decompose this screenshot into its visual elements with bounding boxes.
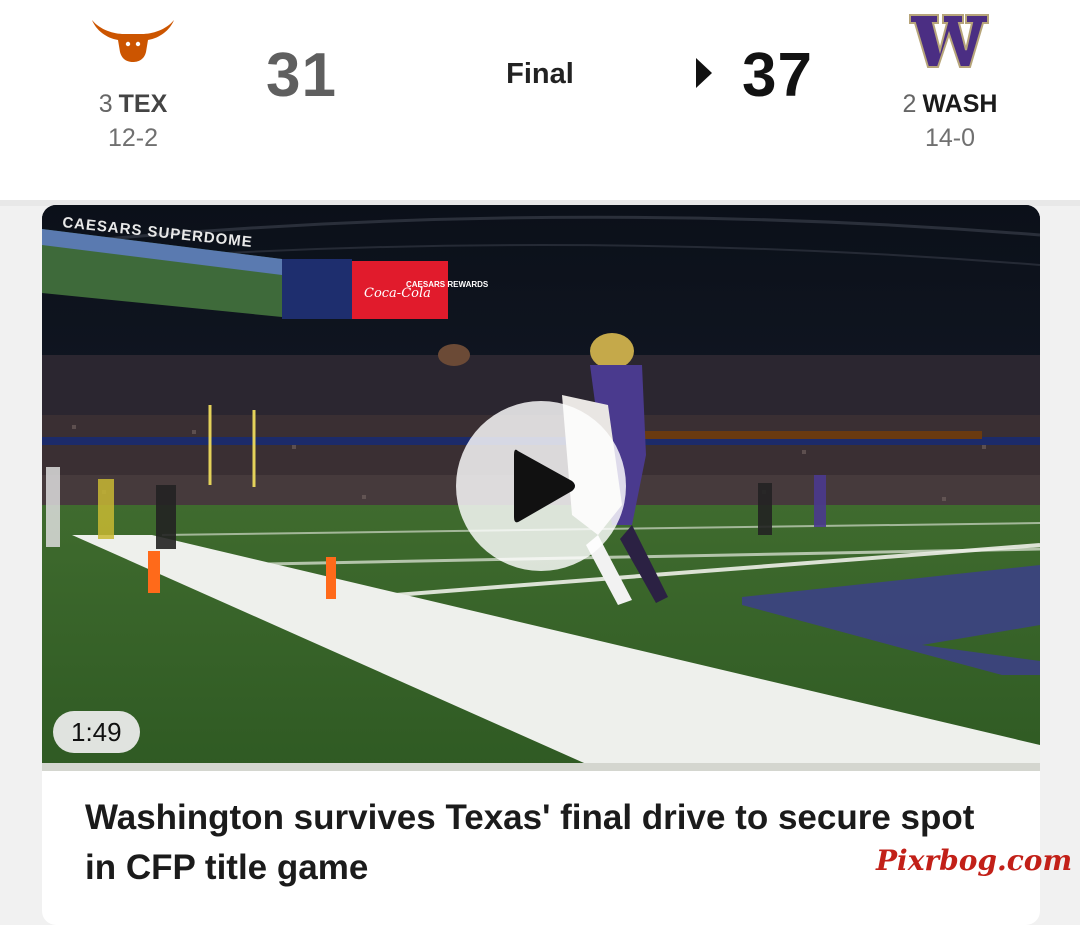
home-abbr: WASH (922, 90, 998, 118)
away-record: 12-2 (107, 124, 159, 152)
news-card[interactable]: Coca-Cola CAESARS REWARDS CAESARS SUPERD… (42, 205, 1040, 925)
w-logo-icon (908, 12, 990, 75)
longhorn-logo-icon (90, 16, 176, 69)
watermark-text: Pixrbog.com (876, 844, 1073, 877)
video-bottom-strip (42, 763, 1040, 771)
article-headline[interactable]: Washington survives Texas' final drive t… (85, 793, 985, 893)
video-duration-badge: 1:49 (53, 711, 140, 753)
home-team-line: 2 WASH (888, 90, 1012, 119)
away-abbr: TEX (118, 90, 168, 118)
board-ad-caesars: CAESARS REWARDS (406, 280, 489, 289)
video-thumbnail[interactable]: Coca-Cola CAESARS REWARDS CAESARS SUPERD… (42, 205, 1040, 771)
away-team-line: 3 TEX (70, 90, 196, 119)
home-rank: 2 (902, 90, 917, 118)
home-score: 37 (742, 41, 813, 110)
game-status: Final (506, 58, 574, 90)
triangle-right-icon (696, 58, 712, 93)
play-icon (514, 449, 575, 523)
away-score: 31 (266, 41, 337, 110)
away-rank: 3 (98, 90, 113, 118)
home-record: 14-0 (924, 124, 976, 152)
scoreboard[interactable]: 3 TEX 12-2 31 Final 37 2 WASH 14-0 (0, 0, 1080, 200)
play-button[interactable] (456, 401, 626, 571)
